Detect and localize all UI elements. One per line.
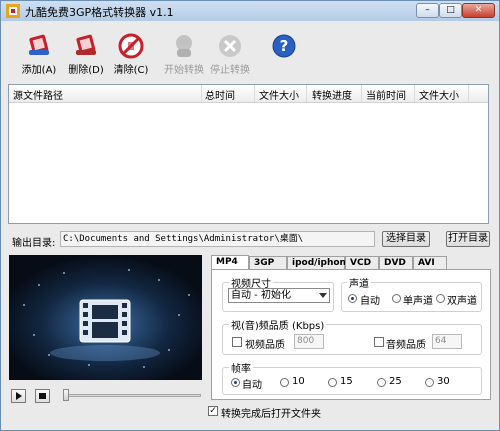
column-current-time[interactable]: 当前时间 xyxy=(366,87,406,102)
framerate-30-label: 30 xyxy=(437,376,450,387)
minimize-button[interactable]: – xyxy=(416,3,439,18)
column-progress[interactable]: 转换进度 xyxy=(312,87,352,102)
framerate-auto-label: 自动 xyxy=(242,380,262,391)
audio-quality-input[interactable]: 64 xyxy=(432,334,462,349)
file-list[interactable]: 源文件路径 总时间 文件大小 转换进度 当前时间 文件大小 xyxy=(8,84,489,224)
quality-label: 视(音)频品质 (Kbps) xyxy=(229,317,327,332)
title-bar[interactable]: 九酷免费3GP格式转换器 v1.1 – □ ✕ xyxy=(1,1,499,21)
framerate-30-radio[interactable] xyxy=(425,378,434,387)
svg-text:?: ? xyxy=(280,37,289,55)
audio-channel-label: 声道 xyxy=(347,275,371,290)
close-button[interactable]: ✕ xyxy=(462,3,495,18)
column-divider[interactable] xyxy=(361,85,362,102)
column-output-size[interactable]: 文件大小 xyxy=(419,87,459,102)
framerate-15-radio[interactable] xyxy=(328,378,337,387)
video-size-value: 自动 - 初始化 xyxy=(231,290,291,301)
add-button[interactable]: 添加(A) xyxy=(15,30,63,82)
file-list-header: 源文件路径 总时间 文件大小 转换进度 当前时间 文件大小 xyxy=(9,85,488,103)
tab-vcd[interactable]: VCD xyxy=(345,256,379,270)
framerate-25-label: 25 xyxy=(389,376,402,387)
clear-icon xyxy=(118,33,144,59)
tab-dvd[interactable]: DVD xyxy=(379,256,413,270)
framerate-15-label: 15 xyxy=(340,376,353,387)
channel-stereo-radio[interactable] xyxy=(436,294,445,303)
video-size-select[interactable]: 自动 - 初始化 xyxy=(228,288,330,303)
open-folder-checkbox[interactable]: ✓ xyxy=(208,406,218,416)
video-quality-checkbox[interactable] xyxy=(232,337,242,347)
framerate-25-radio[interactable] xyxy=(377,378,386,387)
seek-slider[interactable] xyxy=(63,389,69,401)
open-dir-button[interactable]: 打开目录 xyxy=(446,231,490,247)
channel-mono-radio[interactable] xyxy=(392,294,401,303)
video-quality-label: 视频品质 xyxy=(245,340,285,351)
stop-convert-button[interactable]: 停止转换 xyxy=(206,30,254,82)
output-dir-label: 输出目录: xyxy=(12,238,56,249)
framerate-10-radio[interactable] xyxy=(280,378,289,387)
column-divider[interactable] xyxy=(414,85,415,102)
window-title: 九酷免费3GP格式转换器 v1.1 xyxy=(25,6,174,19)
column-divider[interactable] xyxy=(254,85,255,102)
framerate-label: 帧率 xyxy=(229,360,253,375)
play-button[interactable] xyxy=(11,389,26,403)
clear-button[interactable]: 清除(C) xyxy=(107,30,155,82)
stop-icon xyxy=(39,393,46,399)
tab-3gp[interactable]: 3GP xyxy=(249,256,287,270)
toolbar: 添加(A) 删除(D) 清除(C) 开始转换 停止转换 ? xyxy=(8,30,489,82)
column-divider[interactable] xyxy=(306,85,307,102)
stop-button[interactable] xyxy=(35,389,50,403)
choose-dir-button[interactable]: 选择目录 xyxy=(382,231,430,247)
start-convert-button[interactable]: 开始转换 xyxy=(160,30,208,82)
stop-convert-icon xyxy=(219,35,241,57)
clear-label: 清除(C) xyxy=(113,65,149,76)
app-logo-icon xyxy=(6,4,20,18)
audio-quality-label: 音频品质 xyxy=(386,340,426,351)
framerate-auto-radio[interactable] xyxy=(231,378,240,387)
seek-track[interactable] xyxy=(63,394,201,397)
delete-label: 删除(D) xyxy=(68,65,104,76)
channel-auto-label: 自动 xyxy=(360,296,380,307)
tab-ipod-iphone[interactable]: ipod/iphone xyxy=(287,256,352,270)
add-film-icon xyxy=(29,34,49,55)
column-divider[interactable] xyxy=(201,85,202,102)
delete-film-icon xyxy=(76,34,96,55)
tab-mp4[interactable]: MP4 xyxy=(211,255,249,270)
chevron-down-icon xyxy=(319,293,327,298)
tab-avi[interactable]: AVI xyxy=(413,256,447,270)
column-file-size[interactable]: 文件大小 xyxy=(259,87,299,102)
start-convert-icon xyxy=(176,35,192,57)
play-icon xyxy=(16,392,22,400)
open-folder-label: 转换完成后打开文件夹 xyxy=(221,409,321,420)
video-quality-input[interactable]: 800 xyxy=(294,334,324,349)
column-total-time[interactable]: 总时间 xyxy=(205,87,235,102)
channel-stereo-label: 双声道 xyxy=(447,296,477,307)
maximize-button[interactable]: □ xyxy=(439,3,462,18)
channel-mono-label: 单声道 xyxy=(403,296,433,307)
channel-auto-radio[interactable] xyxy=(348,294,357,303)
delete-button[interactable]: 删除(D) xyxy=(62,30,110,82)
start-convert-label: 开始转换 xyxy=(164,65,204,76)
video-preview xyxy=(9,255,202,380)
film-reel-icon xyxy=(9,255,202,380)
column-divider[interactable] xyxy=(468,85,469,102)
help-button[interactable]: ? xyxy=(260,30,308,82)
framerate-10-label: 10 xyxy=(292,376,305,387)
stop-convert-label: 停止转换 xyxy=(210,65,250,76)
column-source-path[interactable]: 源文件路径 xyxy=(13,87,63,102)
help-icon: ? xyxy=(272,34,296,58)
audio-quality-checkbox[interactable] xyxy=(374,337,384,347)
output-dir-field[interactable]: C:\Documents and Settings\Administrator\… xyxy=(60,231,375,247)
add-label: 添加(A) xyxy=(21,65,57,76)
